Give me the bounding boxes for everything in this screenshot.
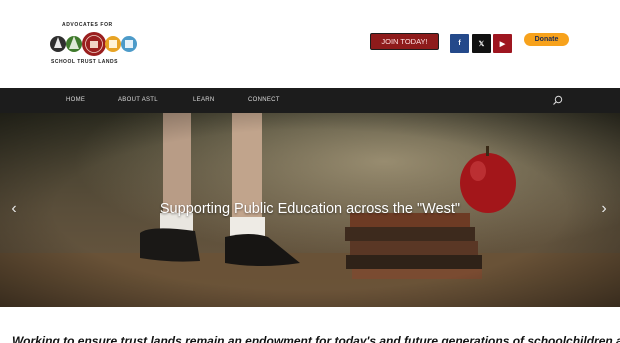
main-nav: HOME ABOUT ASTL LEARN CONNECT	[0, 88, 620, 113]
tagline: Working to ensure trust lands remain an …	[12, 334, 620, 343]
slider-next-arrow-icon[interactable]: ›	[598, 200, 610, 218]
nav-item-connect[interactable]: CONNECT	[248, 88, 280, 113]
nav-item-home[interactable]: HOME	[66, 88, 85, 113]
hero-title: Supporting Public Education across the "…	[159, 201, 461, 217]
nav-item-about-astl[interactable]: ABOUT ASTL	[118, 88, 158, 113]
x-icon[interactable]: 𝕏	[472, 34, 491, 53]
search-icon[interactable]	[552, 95, 563, 106]
facebook-icon[interactable]: f	[450, 34, 469, 53]
logo-top-text: ADVOCATES FOR	[62, 22, 113, 28]
join-today-button[interactable]: JOIN TODAY!	[370, 33, 439, 50]
youtube-icon[interactable]: ▶	[493, 34, 512, 53]
page: ADVOCATES FOR SCHOOL TRUST LANDS JOIN TO…	[0, 0, 620, 343]
hero-slider: ‹ Supporting Public Education across the…	[0, 113, 620, 307]
logo-emblem-icon	[50, 32, 137, 56]
logo-bottom-text: SCHOOL TRUST LANDS	[51, 59, 118, 65]
site-header: ADVOCATES FOR SCHOOL TRUST LANDS JOIN TO…	[0, 0, 620, 88]
site-logo[interactable]: ADVOCATES FOR SCHOOL TRUST LANDS	[48, 22, 140, 70]
donate-button[interactable]: Donate	[524, 33, 569, 46]
nav-item-learn[interactable]: LEARN	[193, 88, 215, 113]
